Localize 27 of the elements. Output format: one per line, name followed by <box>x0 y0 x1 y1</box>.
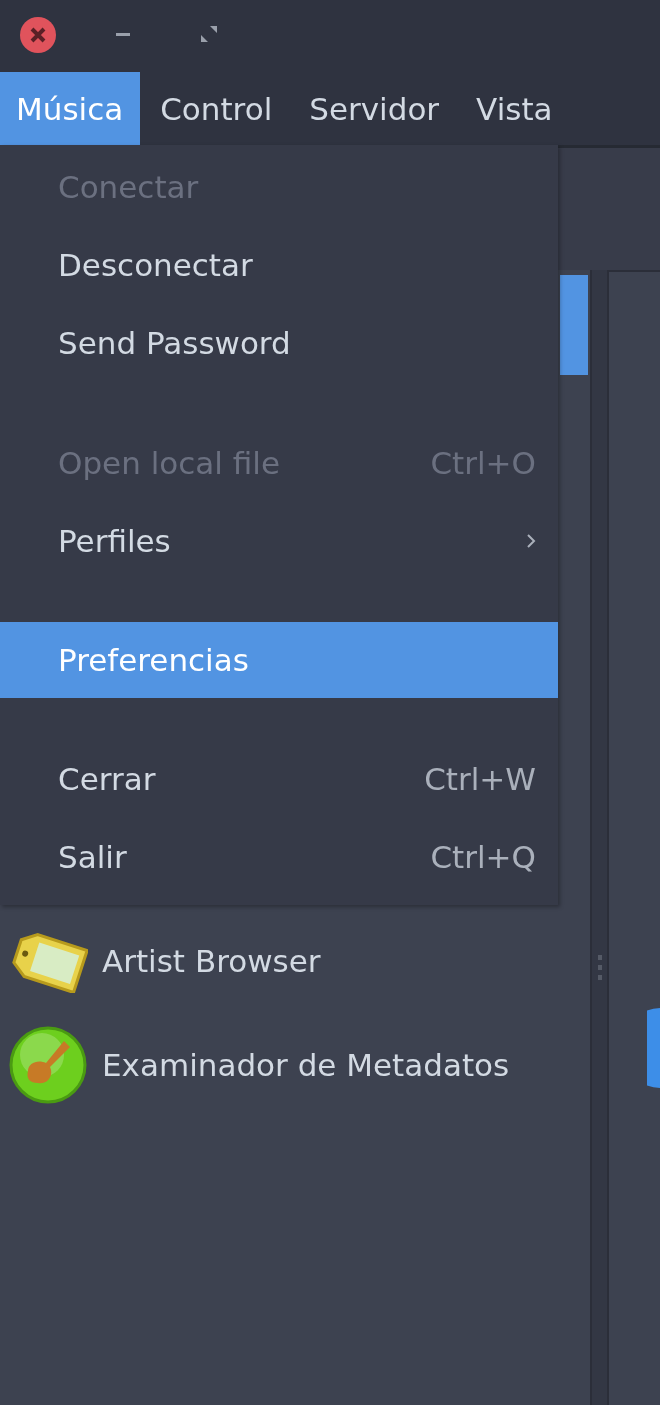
maximize-icon[interactable] <box>200 25 218 43</box>
shortcut-label: Ctrl+W <box>424 761 536 797</box>
sidebar-item[interactable]: Artist Browser <box>102 943 321 979</box>
menu-item[interactable]: Cerrar Ctrl+W <box>0 740 558 818</box>
menu-item-label: Desconectar <box>58 247 254 283</box>
guitar-icon <box>8 1025 88 1105</box>
menu-item[interactable]: Salir Ctrl+Q <box>0 818 558 896</box>
menu-bar-item[interactable]: Servidor <box>293 72 457 145</box>
menu-item-label: Preferencias <box>58 642 250 678</box>
shortcut-label: Ctrl+O <box>430 445 536 481</box>
menu-item[interactable]: Desconectar <box>0 226 558 304</box>
menu-item[interactable]: Perfiles <box>0 502 558 580</box>
sidebar-item[interactable]: Examinador de Metadatos <box>102 1047 510 1083</box>
menu-bar-item[interactable]: Control <box>144 72 290 145</box>
chevron-right-icon <box>526 533 536 549</box>
menu-bar-item[interactable]: Vista <box>460 72 570 145</box>
menu-item-label: Send Password <box>58 325 292 361</box>
menu-item-label: Conectar <box>58 169 200 205</box>
splitter-handle[interactable] <box>590 270 607 1405</box>
menu-item-label: Cerrar <box>58 761 157 797</box>
shortcut-label: Ctrl+Q <box>430 839 536 875</box>
menu-item[interactable]: Send Password <box>0 304 558 382</box>
menu-item-label: Open local file <box>58 445 281 481</box>
menu-item-label: Salir <box>58 839 128 875</box>
minimize-icon[interactable] <box>116 33 130 37</box>
close-icon[interactable] <box>20 17 56 53</box>
menu-item-label: Perfiles <box>58 523 172 559</box>
